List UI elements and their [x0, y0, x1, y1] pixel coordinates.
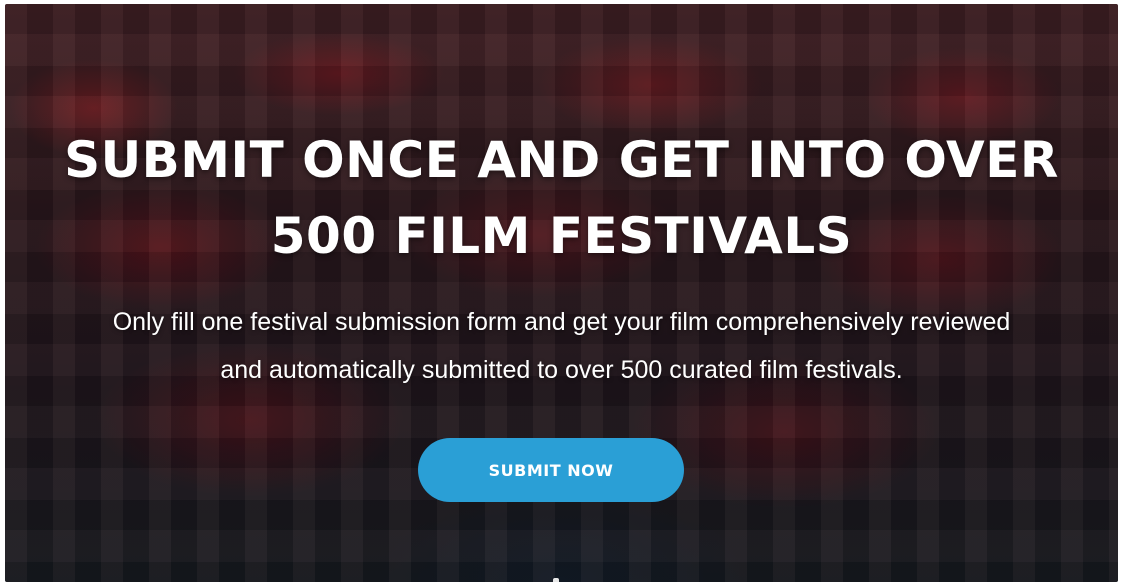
subtext-line-1: Only fill one festival submission form a… — [112, 308, 1011, 336]
hero-content: SUBMIT ONCE AND GET INTO OVER 500 FILM F… — [5, 4, 1118, 582]
submit-now-button[interactable]: SUBMIT NOW — [418, 438, 684, 502]
hero-subtext: Only fill one festival submission form a… — [5, 298, 1118, 394]
hero-section: SUBMIT ONCE AND GET INTO OVER 500 FILM F… — [5, 4, 1118, 582]
headline-line-1: SUBMIT ONCE AND GET INTO OVER — [64, 131, 1059, 189]
headline-line-2: 500 FILM FESTIVALS — [270, 207, 853, 265]
hero-headline: SUBMIT ONCE AND GET INTO OVER 500 FILM F… — [5, 122, 1118, 274]
subtext-line-2: and automatically submitted to over 500 … — [220, 356, 903, 384]
scroll-indicator-icon[interactable] — [553, 578, 559, 582]
